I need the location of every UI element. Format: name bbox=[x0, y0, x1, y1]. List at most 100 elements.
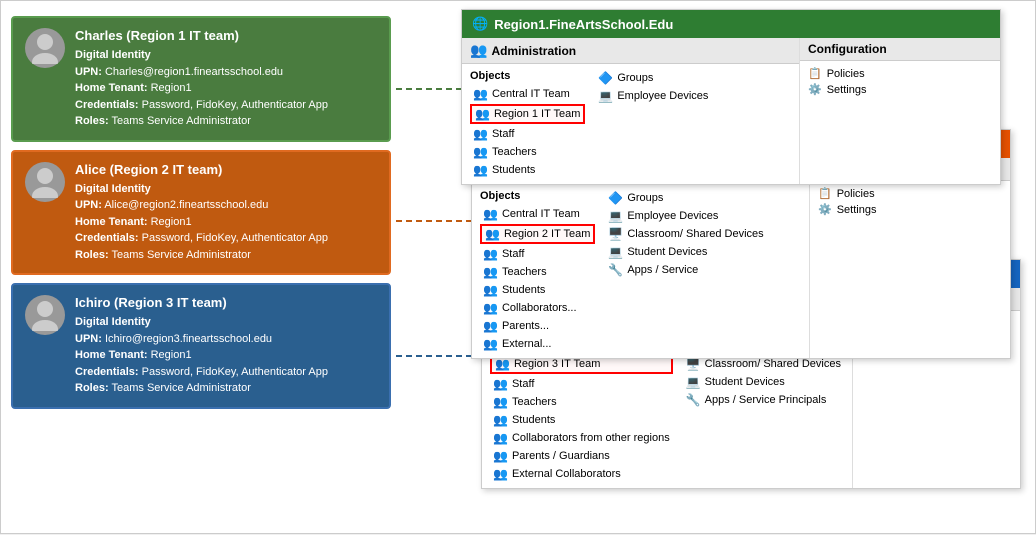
region2-policies: 📋 Policies bbox=[818, 187, 1002, 200]
region2-employee-devices: 💻 Employee Devices bbox=[605, 208, 766, 224]
collab-icon: 👥 bbox=[493, 431, 508, 445]
region3-teachers: 👥 Teachers bbox=[490, 394, 673, 410]
settings-icon: ⚙️ bbox=[808, 83, 822, 96]
region2-config-items: 📋 Policies ⚙️ Settings bbox=[810, 181, 1010, 222]
region2-teachers: 👥 Teachers bbox=[480, 264, 595, 280]
region2-external: 👥 External... bbox=[480, 336, 595, 352]
shared-icon: 🖥️ bbox=[686, 357, 701, 371]
region1-teachers: 👥 Teachers bbox=[470, 144, 585, 160]
region1-it-team: 👥 Region 1 IT Team bbox=[470, 104, 585, 124]
external-icon: 👥 bbox=[493, 467, 508, 481]
parents-icon: 👥 bbox=[493, 449, 508, 463]
region1-groups: 🔷 Groups bbox=[595, 70, 711, 86]
charles-avatar bbox=[25, 28, 65, 68]
region1-objects-right: 🔷 Groups 💻 Employee Devices bbox=[595, 70, 711, 178]
region2-objects: Objects 👥 Central IT Team 👥 Region 2 IT … bbox=[472, 184, 809, 358]
person-cards: Charles (Region 1 IT team) Digital Ident… bbox=[11, 16, 391, 409]
alice-avatar bbox=[25, 162, 65, 202]
people-icon: 👥 bbox=[483, 247, 498, 261]
student-icon: 💻 bbox=[686, 375, 701, 389]
region2-left: 👥 Administration Objects 👥 Central IT Te… bbox=[472, 158, 810, 358]
region1-header: 🌐 Region1.FineArtsSchool.Edu bbox=[462, 10, 1000, 38]
region2-objects-left: Objects 👥 Central IT Team 👥 Region 2 IT … bbox=[480, 190, 595, 352]
region2-central-it: 👥 Central IT Team bbox=[480, 206, 595, 222]
region2-student-devices: 💻 Student Devices bbox=[605, 244, 766, 260]
student-icon: 💻 bbox=[608, 245, 623, 259]
region1-body: 👥 Administration Objects 👥 Central IT Te… bbox=[462, 38, 1000, 184]
charles-info: Charles (Region 1 IT team) Digital Ident… bbox=[75, 28, 377, 130]
region1-policies: 📋 Policies bbox=[808, 67, 992, 80]
region1-left: 👥 Administration Objects 👥 Central IT Te… bbox=[462, 38, 800, 184]
alice-detail: Digital Identity UPN: Alice@region2.fine… bbox=[75, 181, 377, 264]
alice-info: Alice (Region 2 IT team) Digital Identit… bbox=[75, 162, 377, 264]
parents-icon: 👥 bbox=[483, 319, 498, 333]
region3-staff: 👥 Staff bbox=[490, 376, 673, 392]
people-icon: 👥 bbox=[473, 145, 488, 159]
people-icon: 👥 bbox=[495, 357, 510, 371]
region1-objects-left: Objects 👥 Central IT Team 👥 Region 1 IT … bbox=[470, 70, 585, 178]
ichiro-detail: Digital Identity UPN: Ichiro@region3.fin… bbox=[75, 314, 377, 397]
region2-parents: 👥 Parents... bbox=[480, 318, 595, 334]
device-icon: 💻 bbox=[608, 209, 623, 223]
external-icon: 👥 bbox=[483, 337, 498, 351]
region3-student-devices: 💻 Student Devices bbox=[683, 374, 844, 390]
people-icon: 👥 bbox=[493, 377, 508, 391]
region2-objects-right: 🔷 Groups 💻 Employee Devices 🖥️ Classroom… bbox=[605, 190, 766, 352]
region1-objects: Objects 👥 Central IT Team 👥 Region 1 IT … bbox=[462, 64, 799, 184]
policies-icon: 📋 bbox=[818, 187, 832, 200]
region1-admin-icon: 👥 bbox=[470, 42, 487, 59]
region1-right: Configuration 📋 Policies ⚙️ Settings bbox=[800, 38, 1000, 184]
apps-icon: 🔧 bbox=[686, 393, 701, 407]
people-icon: 👥 bbox=[483, 207, 498, 221]
region2-groups: 🔷 Groups bbox=[605, 190, 766, 206]
region2-classroom-devices: 🖥️ Classroom/ Shared Devices bbox=[605, 226, 766, 242]
alice-name: Alice (Region 2 IT team) bbox=[75, 162, 377, 177]
people-icon: 👥 bbox=[483, 265, 498, 279]
group-icon: 🔷 bbox=[598, 71, 613, 85]
region1-students: 👥 Students bbox=[470, 162, 585, 178]
region2-it-team: 👥 Region 2 IT Team bbox=[480, 224, 595, 244]
shared-icon: 🖥️ bbox=[608, 227, 623, 241]
region2-staff: 👥 Staff bbox=[480, 246, 595, 262]
region3-parents: 👥 Parents / Guardians bbox=[490, 448, 673, 464]
charles-name: Charles (Region 1 IT team) bbox=[75, 28, 377, 43]
region3-apps: 🔧 Apps / Service Principals bbox=[683, 392, 844, 408]
region1-objects-label: Objects bbox=[470, 70, 585, 82]
ichiro-card: Ichiro (Region 3 IT team) Digital Identi… bbox=[11, 283, 391, 409]
region1-central-it: 👥 Central IT Team bbox=[470, 86, 585, 102]
region2-students: 👥 Students bbox=[480, 282, 595, 298]
settings-icon: ⚙️ bbox=[818, 203, 832, 216]
region2-settings: ⚙️ Settings bbox=[818, 203, 1002, 216]
people-icon: 👥 bbox=[493, 395, 508, 409]
people-icon: 👥 bbox=[473, 127, 488, 141]
region1-staff: 👥 Staff bbox=[470, 126, 585, 142]
region3-collab: 👥 Collaborators from other regions bbox=[490, 430, 673, 446]
people-icon: 👥 bbox=[485, 227, 500, 241]
region1-employee-devices: 💻 Employee Devices bbox=[595, 88, 711, 104]
region1-config-items: 📋 Policies ⚙️ Settings bbox=[800, 61, 1000, 102]
region1-admin-label: Administration bbox=[491, 44, 576, 58]
apps-icon: 🔧 bbox=[608, 263, 623, 277]
people-icon: 👥 bbox=[475, 107, 490, 121]
ichiro-avatar bbox=[25, 295, 65, 335]
region1-settings: ⚙️ Settings bbox=[808, 83, 992, 96]
region2-right: Configuration 📋 Policies ⚙️ Settings bbox=[810, 158, 1010, 358]
group-icon: 🔷 bbox=[608, 191, 623, 205]
region1-admin-header: 👥 Administration bbox=[462, 38, 799, 64]
region2-objects-label: Objects bbox=[480, 190, 595, 202]
collab-icon: 👥 bbox=[483, 301, 498, 315]
charles-card: Charles (Region 1 IT team) Digital Ident… bbox=[11, 16, 391, 142]
people-icon: 👥 bbox=[473, 163, 488, 177]
region1-title: Region1.FineArtsSchool.Edu bbox=[494, 17, 673, 32]
region1-panel: 🌐 Region1.FineArtsSchool.Edu 👥 Administr… bbox=[461, 9, 1001, 185]
region1-cloud-icon: 🌐 bbox=[472, 16, 488, 32]
region2-collab: 👥 Collaborators... bbox=[480, 300, 595, 316]
main-container: Charles (Region 1 IT team) Digital Ident… bbox=[0, 0, 1036, 534]
region3-external: 👥 External Collaborators bbox=[490, 466, 673, 482]
alice-card: Alice (Region 2 IT team) Digital Identit… bbox=[11, 150, 391, 276]
region3-students: 👥 Students bbox=[490, 412, 673, 428]
charles-detail: Digital Identity UPN: Charles@region1.fi… bbox=[75, 47, 377, 130]
device-icon: 💻 bbox=[598, 89, 613, 103]
region2-body: 👥 Administration Objects 👥 Central IT Te… bbox=[472, 158, 1010, 358]
people-icon: 👥 bbox=[473, 87, 488, 101]
